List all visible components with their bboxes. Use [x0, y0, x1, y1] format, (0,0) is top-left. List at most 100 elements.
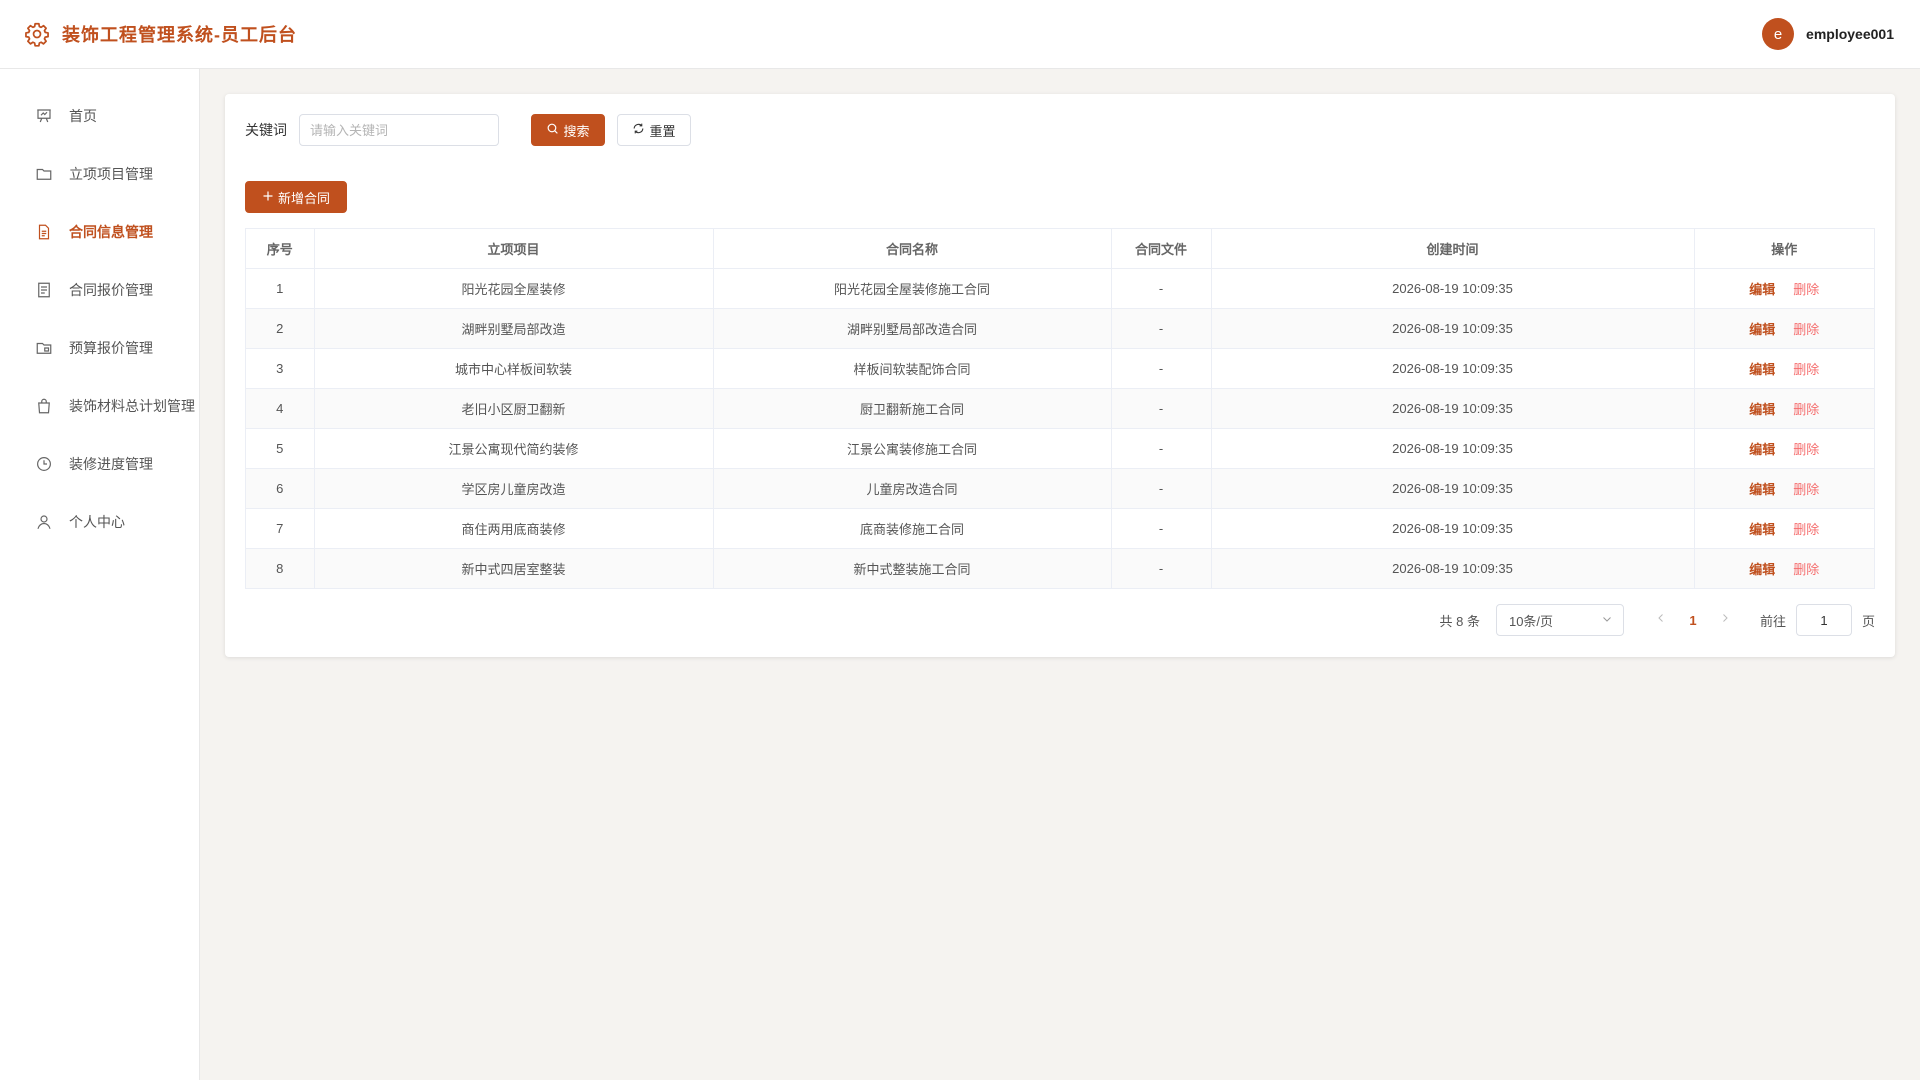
sidebar-item-label: 合同信息管理: [69, 224, 153, 240]
cell-created-time: 2026-08-19 10:09:35: [1211, 308, 1695, 349]
search-bar: 关键词 搜索 重置: [245, 114, 691, 146]
cell-contract-name: 新中式整装施工合同: [713, 548, 1112, 588]
cell-index: 8: [246, 548, 315, 588]
prev-page-button[interactable]: [1646, 611, 1676, 629]
cell-contract-file: -: [1111, 508, 1212, 549]
sidebar: 首页 立项项目管理 合同信息管理 合同报价管理 预算报价管理 装饰材料总计划管理: [0, 69, 200, 1080]
column-header-created-time: 创建时间: [1211, 229, 1695, 269]
gear-icon: [24, 21, 50, 47]
clock-icon: [35, 455, 53, 473]
cell-index: 3: [246, 348, 315, 389]
cell-contract-file: -: [1111, 468, 1212, 509]
cell-actions: 编辑 删除: [1694, 348, 1874, 389]
edit-button[interactable]: 编辑: [1749, 482, 1775, 497]
table-row: 3 城市中心样板间软装 样板间软装配饰合同 - 2026-08-19 10:09…: [246, 348, 1874, 389]
cell-contract-file: -: [1111, 388, 1212, 429]
table-row: 8 新中式四居室整装 新中式整装施工合同 - 2026-08-19 10:09:…: [246, 548, 1874, 588]
delete-button[interactable]: 删除: [1793, 442, 1819, 457]
content-card: 关键词 搜索 重置 新增合同 序号: [225, 94, 1895, 657]
folder-icon: [35, 165, 53, 183]
search-button[interactable]: 搜索: [531, 114, 605, 146]
next-page-button[interactable]: [1710, 611, 1740, 629]
column-header-project: 立项项目: [314, 229, 714, 269]
cell-created-time: 2026-08-19 10:09:35: [1211, 348, 1695, 389]
tickets-icon: [35, 281, 53, 299]
avatar[interactable]: e: [1762, 18, 1795, 50]
user-menu[interactable]: e employee001: [1762, 18, 1894, 50]
cell-contract-file: -: [1111, 308, 1212, 349]
sidebar-item-progress[interactable]: 装修进度管理: [0, 435, 199, 493]
page-number[interactable]: 1: [1676, 613, 1710, 628]
edit-button[interactable]: 编辑: [1749, 562, 1775, 577]
sidebar-item-contracts[interactable]: 合同信息管理: [0, 203, 199, 261]
cell-contract-name: 底商装修施工合同: [713, 508, 1112, 549]
cell-contract-name: 样板间软装配饰合同: [713, 348, 1112, 389]
sidebar-item-label: 合同报价管理: [69, 282, 153, 298]
sidebar-item-budget-quotes[interactable]: 预算报价管理: [0, 319, 199, 377]
cell-actions: 编辑 删除: [1694, 308, 1874, 349]
cell-contract-file: -: [1111, 348, 1212, 389]
sidebar-item-profile[interactable]: 个人中心: [0, 493, 199, 551]
goto-page-input[interactable]: [1795, 604, 1852, 636]
cell-index: 2: [246, 308, 315, 349]
cell-actions: 编辑 删除: [1694, 548, 1874, 588]
edit-button[interactable]: 编辑: [1749, 402, 1775, 417]
delete-button[interactable]: 删除: [1793, 362, 1819, 377]
cell-contract-file: -: [1111, 548, 1212, 588]
search-icon: [546, 122, 559, 138]
delete-button[interactable]: 删除: [1793, 282, 1819, 297]
reset-button[interactable]: 重置: [617, 114, 691, 146]
search-button-label: 搜索: [563, 123, 590, 139]
edit-button[interactable]: 编辑: [1749, 362, 1775, 377]
cell-contract-name: 江景公寓装修施工合同: [713, 428, 1112, 469]
sidebar-item-label: 预算报价管理: [69, 340, 153, 356]
sidebar-item-label: 装饰材料总计划管理: [69, 398, 195, 414]
edit-button[interactable]: 编辑: [1749, 282, 1775, 297]
table-row: 1 阳光花园全屋装修 阳光花园全屋装修施工合同 - 2026-08-19 10:…: [246, 268, 1874, 309]
cell-contract-name: 湖畔别墅局部改造合同: [713, 308, 1112, 349]
page-size-select[interactable]: 10条/页: [1495, 604, 1624, 636]
app-title: 装饰工程管理系统-员工后台: [62, 25, 297, 45]
goto-label: 前往: [1759, 613, 1786, 629]
sidebar-item-projects[interactable]: 立项项目管理: [0, 145, 199, 203]
delete-button[interactable]: 删除: [1793, 482, 1819, 497]
cell-project: 湖畔别墅局部改造: [314, 308, 714, 349]
delete-button[interactable]: 删除: [1793, 402, 1819, 417]
delete-button[interactable]: 删除: [1793, 562, 1819, 577]
user-icon: [35, 513, 53, 531]
shopping-bag-icon: [35, 397, 53, 415]
sidebar-item-home[interactable]: 首页: [0, 87, 199, 145]
cell-project: 阳光花园全屋装修: [314, 268, 714, 309]
cell-created-time: 2026-08-19 10:09:35: [1211, 468, 1695, 509]
cell-index: 1: [246, 268, 315, 309]
edit-button[interactable]: 编辑: [1749, 442, 1775, 457]
sidebar-item-materials-plan[interactable]: 装饰材料总计划管理: [0, 377, 199, 435]
column-header-contract-file: 合同文件: [1111, 229, 1212, 269]
table-row: 4 老旧小区厨卫翻新 厨卫翻新施工合同 - 2026-08-19 10:09:3…: [246, 388, 1874, 429]
column-header-index: 序号: [246, 229, 315, 269]
delete-button[interactable]: 删除: [1793, 522, 1819, 537]
edit-button[interactable]: 编辑: [1749, 322, 1775, 337]
table-row: 2 湖畔别墅局部改造 湖畔别墅局部改造合同 - 2026-08-19 10:09…: [246, 308, 1874, 349]
chevron-right-icon: [1723, 614, 1728, 622]
page-size-value: 10条/页: [1508, 613, 1554, 629]
cell-actions: 编辑 删除: [1694, 388, 1874, 429]
edit-button[interactable]: 编辑: [1749, 522, 1775, 537]
cell-contract-file: -: [1111, 268, 1212, 309]
cell-index: 6: [246, 468, 315, 509]
username[interactable]: employee001: [1806, 26, 1894, 42]
cell-project: 学区房儿童房改造: [314, 468, 714, 509]
cell-index: 5: [246, 428, 315, 469]
refresh-icon: [632, 122, 645, 138]
cell-index: 4: [246, 388, 315, 429]
add-contract-button[interactable]: 新增合同: [245, 181, 347, 213]
cell-actions: 编辑 删除: [1694, 508, 1874, 549]
sidebar-item-label: 首页: [69, 108, 97, 124]
search-input[interactable]: [299, 114, 499, 146]
sidebar-item-contract-quotes[interactable]: 合同报价管理: [0, 261, 199, 319]
page-suffix: 页: [1861, 613, 1875, 629]
column-header-contract-name: 合同名称: [713, 229, 1112, 269]
cell-created-time: 2026-08-19 10:09:35: [1211, 428, 1695, 469]
delete-button[interactable]: 删除: [1793, 322, 1819, 337]
add-contract-button-label: 新增合同: [277, 190, 330, 206]
